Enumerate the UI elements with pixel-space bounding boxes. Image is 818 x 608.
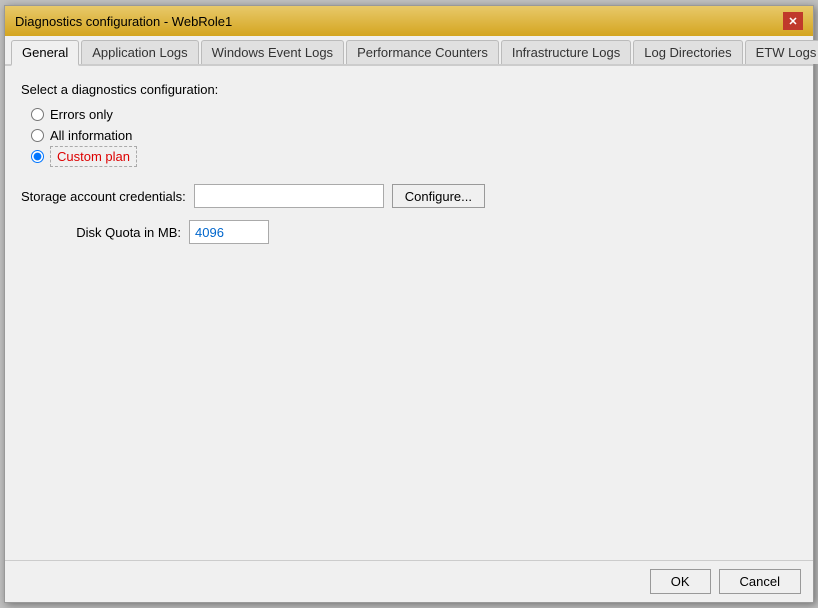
tabs-container: General Application Logs Windows Event L… [5, 36, 813, 66]
close-button[interactable]: ✕ [783, 12, 803, 30]
tab-performance-counters[interactable]: Performance Counters [346, 40, 499, 64]
cancel-button[interactable]: Cancel [719, 569, 801, 594]
radio-errors-only: Errors only [31, 107, 797, 122]
radio-custom-plan: Custom plan [31, 149, 797, 164]
title-bar: Diagnostics configuration - WebRole1 ✕ [5, 6, 813, 36]
radio-group: Errors only All information Custom plan [31, 107, 797, 164]
radio-errors-only-input[interactable] [31, 108, 44, 121]
tab-general[interactable]: General [11, 40, 79, 66]
custom-plan-text: Custom plan [50, 146, 137, 167]
footer: OK Cancel [5, 560, 813, 602]
ok-button[interactable]: OK [650, 569, 711, 594]
tab-content: Select a diagnostics configuration: Erro… [5, 66, 813, 560]
storage-input[interactable] [194, 184, 384, 208]
disk-quota-input[interactable] [189, 220, 269, 244]
tab-windows-event-logs[interactable]: Windows Event Logs [201, 40, 344, 64]
tab-application-logs[interactable]: Application Logs [81, 40, 198, 64]
radio-all-info-input[interactable] [31, 129, 44, 142]
radio-errors-only-label[interactable]: Errors only [50, 107, 113, 122]
title-bar-text: Diagnostics configuration - WebRole1 [15, 14, 232, 29]
configure-button[interactable]: Configure... [392, 184, 485, 208]
tab-log-directories[interactable]: Log Directories [633, 40, 742, 64]
storage-label: Storage account credentials: [21, 189, 186, 204]
tab-infrastructure-logs[interactable]: Infrastructure Logs [501, 40, 631, 64]
storage-row: Storage account credentials: Configure..… [21, 184, 797, 208]
disk-quota-label: Disk Quota in MB: [21, 225, 181, 240]
dialog-window: Diagnostics configuration - WebRole1 ✕ G… [4, 5, 814, 603]
tab-etw-logs[interactable]: ETW Logs [745, 40, 818, 64]
radio-custom-plan-input[interactable] [31, 150, 44, 163]
disk-quota-row: Disk Quota in MB: [21, 220, 797, 244]
section-label: Select a diagnostics configuration: [21, 82, 797, 97]
radio-all-info-label[interactable]: All information [50, 128, 132, 143]
radio-all-information: All information [31, 128, 797, 143]
radio-custom-plan-label[interactable]: Custom plan [50, 149, 137, 164]
